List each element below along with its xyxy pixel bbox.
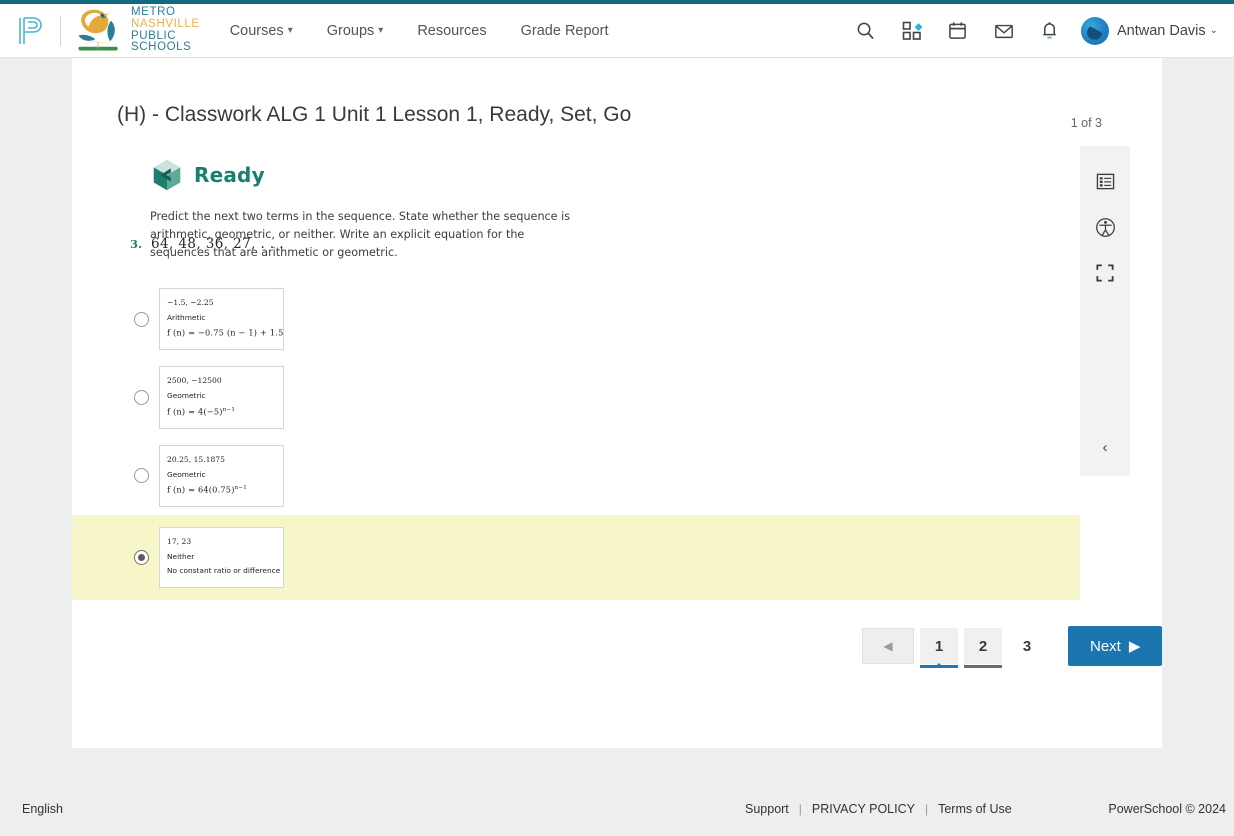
choice-box-1[interactable]: −1.5, −2.25 Arithmetic f (n) = −0.75 (n … — [159, 288, 284, 351]
nav-item-courses[interactable]: Courses ▾ — [230, 23, 293, 39]
chevron-down-icon: ▾ — [287, 25, 293, 36]
mnps-wordmark: METRO NASHVILLE PUBLIC SCHOOLS — [131, 6, 200, 54]
choice-type: Geometric — [167, 469, 206, 479]
next-button[interactable]: Next ▶ — [1068, 626, 1163, 666]
rail-collapse-button[interactable]: ‹ — [1090, 434, 1120, 460]
mnps-word-schools: SCHOOLS — [131, 41, 192, 54]
footer-link-terms-of-use[interactable]: Terms of Use — [938, 802, 1012, 816]
nav-item-grade-report[interactable]: Grade Report — [521, 23, 609, 39]
ready-section-title: Ready — [194, 163, 265, 187]
tool-rail: ‹ — [1080, 146, 1130, 476]
answer-option-4[interactable]: 17, 23 Neither No constant ratio or diff… — [72, 515, 1080, 600]
assignment-card: (H) - Classwork ALG 1 Unit 1 Lesson 1, R… — [72, 58, 1163, 748]
calendar-icon[interactable] — [935, 11, 981, 51]
fullscreen-icon[interactable] — [1088, 256, 1122, 290]
pagination: ◀ 1 2 3 Next ▶ — [862, 626, 1163, 668]
question-text: 64, 48, 36, 27, . . . — [151, 236, 284, 252]
chevron-down-icon: ▾ — [378, 25, 384, 36]
answer-options: −1.5, −2.25 Arithmetic f (n) = −0.75 (n … — [72, 280, 1080, 600]
search-icon[interactable] — [843, 11, 889, 51]
answer-option-2[interactable]: 2500, −12500 Geometric f (n) = 4(−5)n−1 — [72, 358, 1080, 436]
choice-type: Neither — [167, 551, 195, 561]
mail-icon[interactable] — [981, 11, 1027, 51]
radio-option-2[interactable] — [134, 390, 149, 406]
outline-list-icon[interactable] — [1088, 164, 1122, 198]
next-arrow-icon: ▶ — [1128, 638, 1141, 655]
footer-language-selector[interactable]: English — [22, 802, 63, 816]
mnps-bird-book-icon — [78, 9, 118, 50]
mnps-logo[interactable]: METRO NASHVILLE PUBLIC SCHOOLS — [73, 6, 200, 55]
nav-item-resources-label: Resources — [417, 22, 487, 39]
answer-option-3[interactable]: 20.25, 15.1875 Geometric f (n) = 64(0.75… — [72, 437, 1080, 515]
radio-option-1[interactable] — [134, 311, 149, 327]
choice-formula: f (n) = 4(−5)n−1 — [167, 406, 236, 417]
radio-option-4[interactable] — [134, 550, 149, 566]
ready-hexagon-icon — [153, 159, 181, 191]
accessibility-icon[interactable] — [1088, 210, 1122, 244]
footer-separator: | — [924, 802, 929, 816]
footer-link-support[interactable]: Support — [745, 802, 789, 816]
pagination-page-3[interactable]: 3 — [1008, 628, 1046, 664]
avatar[interactable] — [1080, 16, 1109, 45]
site-footer: English Support | PRIVACY POLICY | Terms… — [0, 772, 1234, 836]
choice-type: Geometric — [167, 391, 206, 401]
choice-box-2[interactable]: 2500, −12500 Geometric f (n) = 4(−5)n−1 — [159, 366, 284, 429]
nav-item-groups[interactable]: Groups ▾ — [327, 23, 384, 39]
footer-separator: | — [798, 802, 802, 816]
footer-copyright: PowerSchool © 2024 — [1108, 802, 1226, 816]
mnps-word-nashville: NASHVILLE — [131, 17, 200, 30]
choice-terms: 17, 23 — [167, 537, 192, 547]
powerschool-p-logo[interactable] — [12, 14, 48, 48]
chevron-down-icon[interactable]: ⌄ — [1210, 25, 1218, 36]
choice-box-4[interactable]: 17, 23 Neither No constant ratio or diff… — [159, 527, 284, 588]
apps-grid-icon[interactable] — [889, 11, 935, 51]
choice-terms: 2500, −12500 — [167, 376, 222, 386]
choice-box-3[interactable]: 20.25, 15.1875 Geometric f (n) = 64(0.75… — [159, 444, 284, 508]
choice-terms: 20.25, 15.1875 — [167, 454, 225, 464]
choice-terms: −1.5, −2.25 — [167, 298, 214, 307]
next-button-label: Next — [1090, 637, 1121, 655]
page-counter: 1 of 3 — [1070, 116, 1102, 130]
nav-item-groups-label: Groups — [326, 22, 375, 39]
user-name[interactable]: Antwan Davis — [1117, 23, 1206, 39]
choice-type: Arithmetic — [167, 312, 206, 322]
radio-option-3[interactable] — [134, 468, 149, 484]
pagination-page-2[interactable]: 2 — [964, 628, 1002, 668]
pagination-page-1[interactable]: 1 — [920, 628, 958, 668]
main-nav: Courses ▾ Groups ▾ Resources Grade Repor… — [230, 23, 643, 39]
footer-link-privacy-policy[interactable]: PRIVACY POLICY — [812, 802, 915, 816]
page-title: (H) - Classwork ALG 1 Unit 1 Lesson 1, R… — [117, 103, 632, 126]
nav-item-grade-report-label: Grade Report — [520, 22, 609, 39]
footer-links: Support | PRIVACY POLICY | Terms of Use — [745, 802, 1012, 816]
question-number: 3. — [130, 237, 143, 251]
header-actions: Antwan Davis ⌄ — [843, 11, 1224, 51]
choice-formula: f (n) = 64(0.75)n−1 — [167, 484, 248, 495]
logo-divider — [60, 15, 61, 46]
notification-bell-icon[interactable] — [1027, 11, 1073, 51]
answer-option-1[interactable]: −1.5, −2.25 Arithmetic f (n) = −0.75 (n … — [72, 280, 1080, 358]
choice-formula: No constant ratio or difference — [167, 566, 281, 576]
nav-item-resources[interactable]: Resources — [417, 23, 486, 39]
question-row: 3. 64, 48, 36, 27, . . . — [130, 236, 284, 252]
pagination-prev-button[interactable]: ◀ — [862, 628, 914, 664]
site-header: METRO NASHVILLE PUBLIC SCHOOLS Courses ▾… — [0, 4, 1234, 58]
choice-formula: f (n) = −0.75 (n − 1) + 1.5 — [167, 327, 284, 338]
nav-item-courses-label: Courses — [229, 22, 284, 39]
ready-section-header: Ready — [150, 158, 770, 192]
